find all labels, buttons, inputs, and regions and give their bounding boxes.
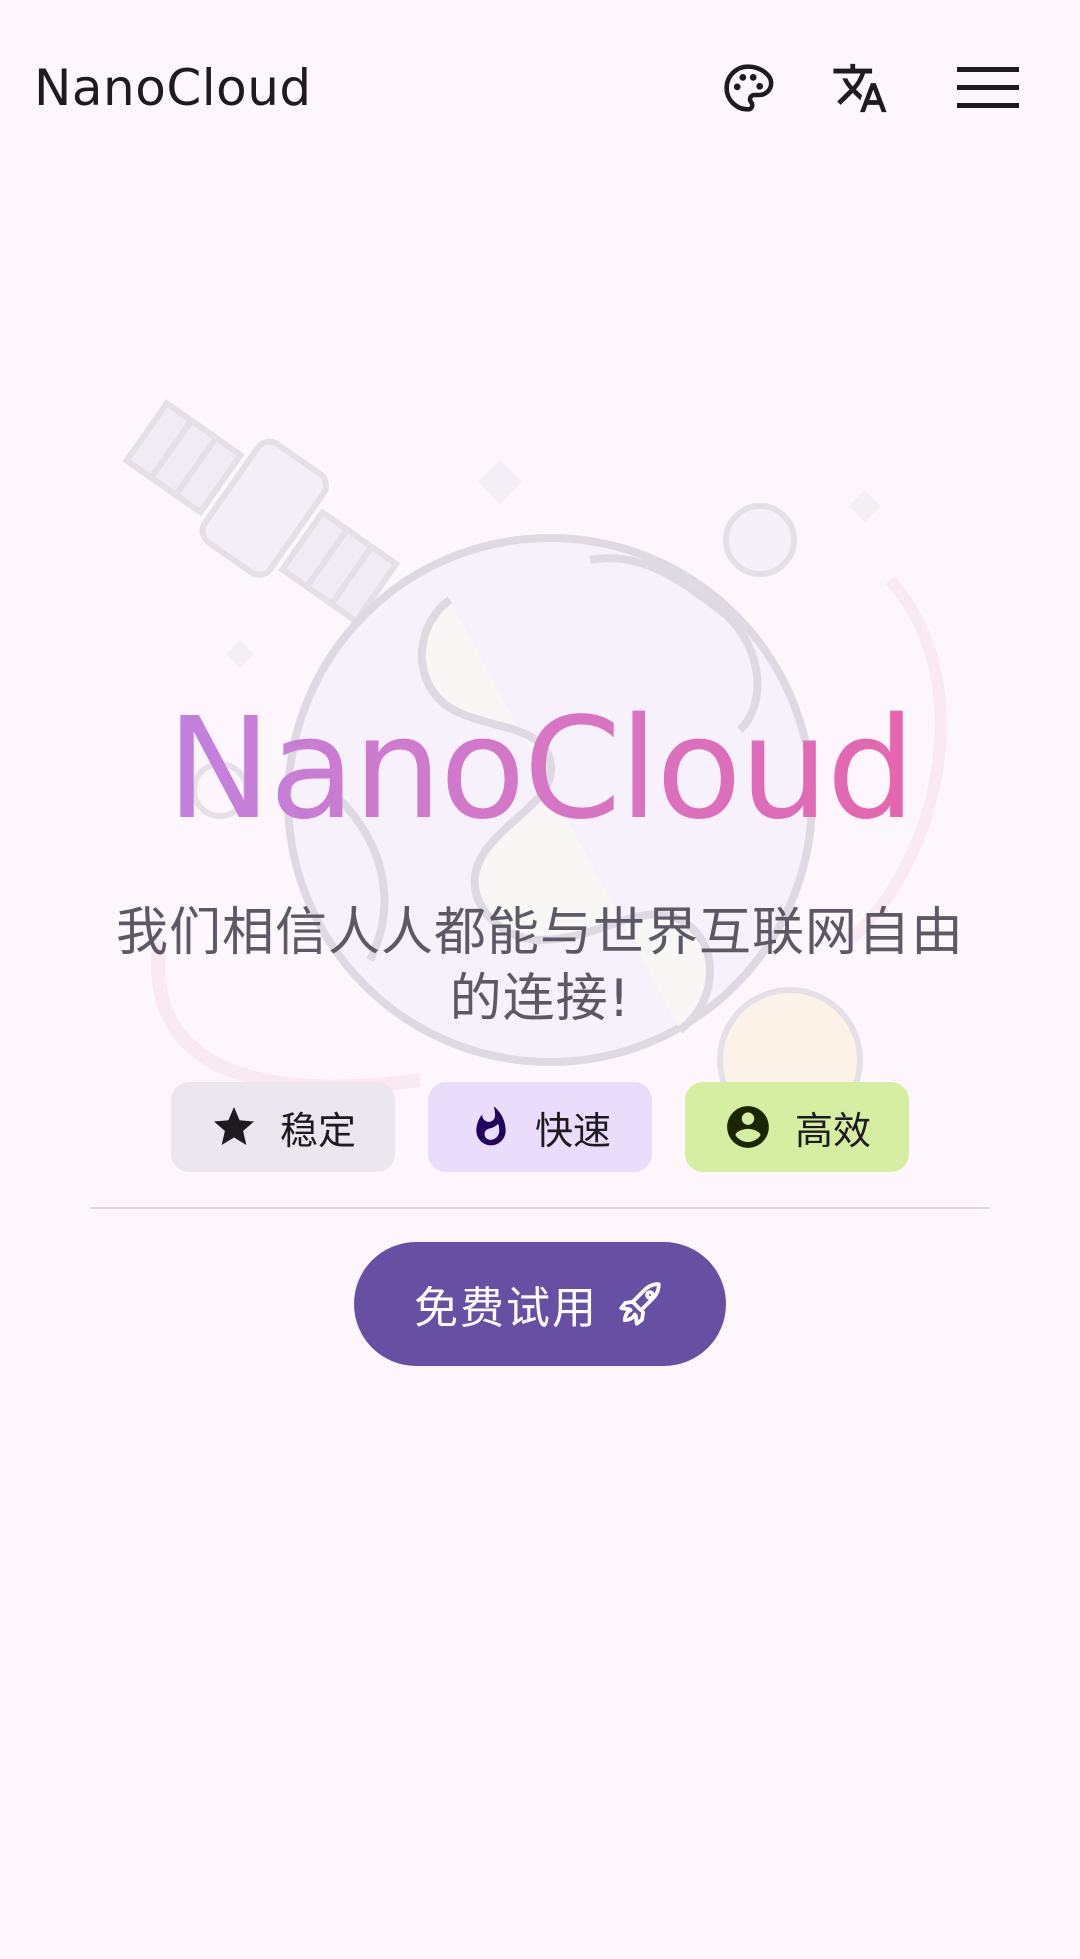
language-button[interactable] xyxy=(820,48,900,128)
free-trial-label: 免费试用 xyxy=(414,1283,598,1334)
divider xyxy=(90,1207,990,1209)
hero-subtitle: 我们相信人人都能与世界互联网自由的连接! xyxy=(115,903,964,1029)
chip-label: 快速 xyxy=(534,1108,611,1153)
menu-icon xyxy=(957,67,1019,108)
translate-icon xyxy=(833,63,887,113)
chip-efficient[interactable]: 高效 xyxy=(685,1082,909,1172)
palette-icon xyxy=(724,64,774,112)
app-brand-title[interactable]: NanoCloud xyxy=(34,58,312,118)
chip-label: 高效 xyxy=(794,1108,871,1153)
rocket-icon xyxy=(619,1282,661,1326)
star-icon xyxy=(213,1107,254,1145)
account-circle-icon xyxy=(727,1106,769,1148)
feature-chips: 稳定 快速 高效 xyxy=(0,1082,1080,1172)
chip-label: 稳定 xyxy=(279,1108,356,1153)
chip-fast[interactable]: 快速 xyxy=(428,1082,652,1172)
flame-icon xyxy=(476,1106,506,1146)
hero-title: NanoCloud xyxy=(0,690,1080,850)
top-app-bar: NanoCloud xyxy=(0,0,1080,180)
chip-stable[interactable]: 稳定 xyxy=(171,1082,395,1172)
theme-button[interactable] xyxy=(708,48,788,128)
menu-button[interactable] xyxy=(948,48,1028,128)
free-trial-button[interactable]: 免费试用 xyxy=(354,1242,726,1366)
